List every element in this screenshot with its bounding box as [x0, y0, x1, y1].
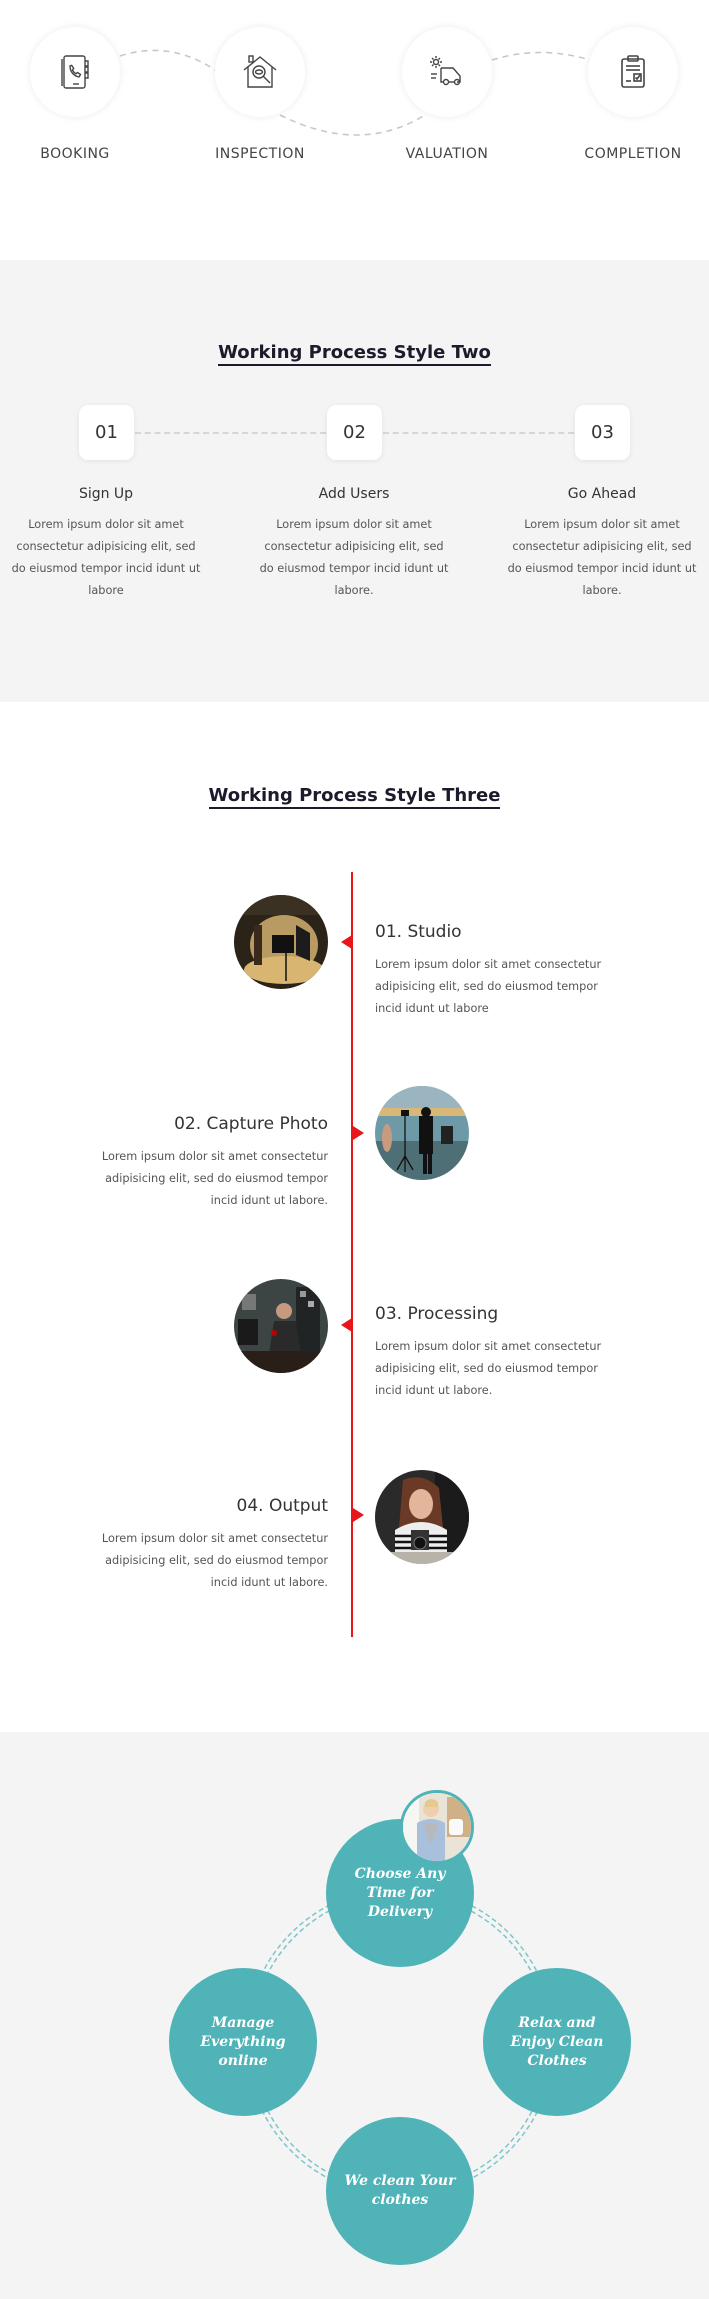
- section-title: Working Process Style Three: [0, 785, 709, 809]
- process-style-two: Working Process Style Two 01 02 03 Sign …: [0, 260, 709, 702]
- step-card: Go Ahead Lorem ipsum dolor sit amet cons…: [507, 486, 697, 602]
- timeline-arrow: [341, 1318, 352, 1332]
- timeline-item-title: 03. Processing: [375, 1304, 499, 1324]
- process-style-one: BOOKING INSPECTION VALUATION COMPLETION: [0, 0, 709, 260]
- step-completion: [588, 27, 678, 117]
- step-booking: [30, 27, 120, 117]
- step-relax-enjoy: Relax and Enjoy Clean Clothes: [483, 1968, 631, 2116]
- step-we-clean: We clean Your clothes: [326, 2117, 474, 2265]
- step-description: Lorem ipsum dolor sit amet consectetur a…: [11, 518, 201, 597]
- timeline-photo-studio: [234, 895, 328, 989]
- clipboard-check-icon: [621, 55, 645, 88]
- delivery-photo-image: [403, 1793, 471, 1861]
- woman-camera-photo: [375, 1470, 469, 1564]
- phone-book-icon: [61, 55, 89, 89]
- timeline-item-text: Lorem ipsum dolor sit amet consectetur a…: [101, 1532, 328, 1589]
- dashed-connector: [135, 432, 326, 434]
- step-description: Lorem ipsum dolor sit amet consectetur a…: [259, 518, 449, 597]
- delivery-woman-photo: [400, 1790, 474, 1864]
- step-manage-online: Manage Everything online: [169, 1968, 317, 2116]
- step-number-box: 01: [79, 405, 134, 460]
- step-title: Go Ahead: [567, 486, 637, 502]
- timeline-item: 04. Output Lorem ipsum dolor sit amet co…: [98, 1496, 328, 1594]
- step-inspection: [215, 27, 305, 117]
- editing-photo: [234, 1279, 328, 1373]
- step-number-box: 03: [575, 405, 630, 460]
- timeline-item-title: 04. Output: [236, 1496, 329, 1516]
- timeline-item-text: Lorem ipsum dolor sit amet consectetur a…: [375, 958, 602, 1015]
- timeline-photo-output: [375, 1470, 469, 1564]
- timeline-item-text: Lorem ipsum dolor sit amet consectetur a…: [101, 1150, 328, 1207]
- step-label: VALUATION: [405, 146, 489, 162]
- process-style-four: Choose Any Time for Delivery Relax and E…: [0, 1732, 709, 2299]
- section-title: Working Process Style Two: [0, 342, 709, 366]
- timeline-line: [351, 872, 353, 1637]
- step-label: BOOKING: [40, 146, 110, 162]
- step-title: Add Users: [318, 486, 390, 502]
- step-number-box: 02: [327, 405, 382, 460]
- step-label: INSPECTION: [215, 146, 305, 162]
- step-description: Lorem ipsum dolor sit amet consectetur a…: [507, 518, 697, 597]
- step-valuation: [402, 27, 492, 117]
- timeline-photo-capture: [375, 1086, 469, 1180]
- timeline-item: 03. Processing Lorem ipsum dolor sit ame…: [375, 1304, 605, 1402]
- timeline-item-title: 02. Capture Photo: [174, 1114, 328, 1134]
- timeline-photo-processing: [234, 1279, 328, 1373]
- dashed-connector: [383, 432, 574, 434]
- step-label: COMPLETION: [584, 146, 682, 162]
- car-valuation-icon: [430, 56, 461, 86]
- step-card: Sign Up Lorem ipsum dolor sit amet conse…: [11, 486, 201, 602]
- step-title: Sign Up: [78, 486, 134, 502]
- timeline-item: 01. Studio Lorem ipsum dolor sit amet co…: [375, 922, 605, 1020]
- timeline-arrow: [353, 1508, 364, 1522]
- house-inspection-icon: [243, 55, 277, 88]
- timeline-item-title: 01. Studio: [375, 922, 462, 942]
- timeline-arrow: [341, 935, 352, 949]
- timeline-item: 02. Capture Photo Lorem ipsum dolor sit …: [98, 1114, 328, 1212]
- process-style-three: Working Process Style Three 01. Studio L…: [0, 702, 709, 1732]
- timeline-arrow: [353, 1126, 364, 1140]
- beach-photographer-photo: [375, 1086, 469, 1180]
- studio-photo: [234, 895, 328, 989]
- timeline-item-text: Lorem ipsum dolor sit amet consectetur a…: [375, 1340, 602, 1397]
- step-card: Add Users Lorem ipsum dolor sit amet con…: [259, 486, 449, 602]
